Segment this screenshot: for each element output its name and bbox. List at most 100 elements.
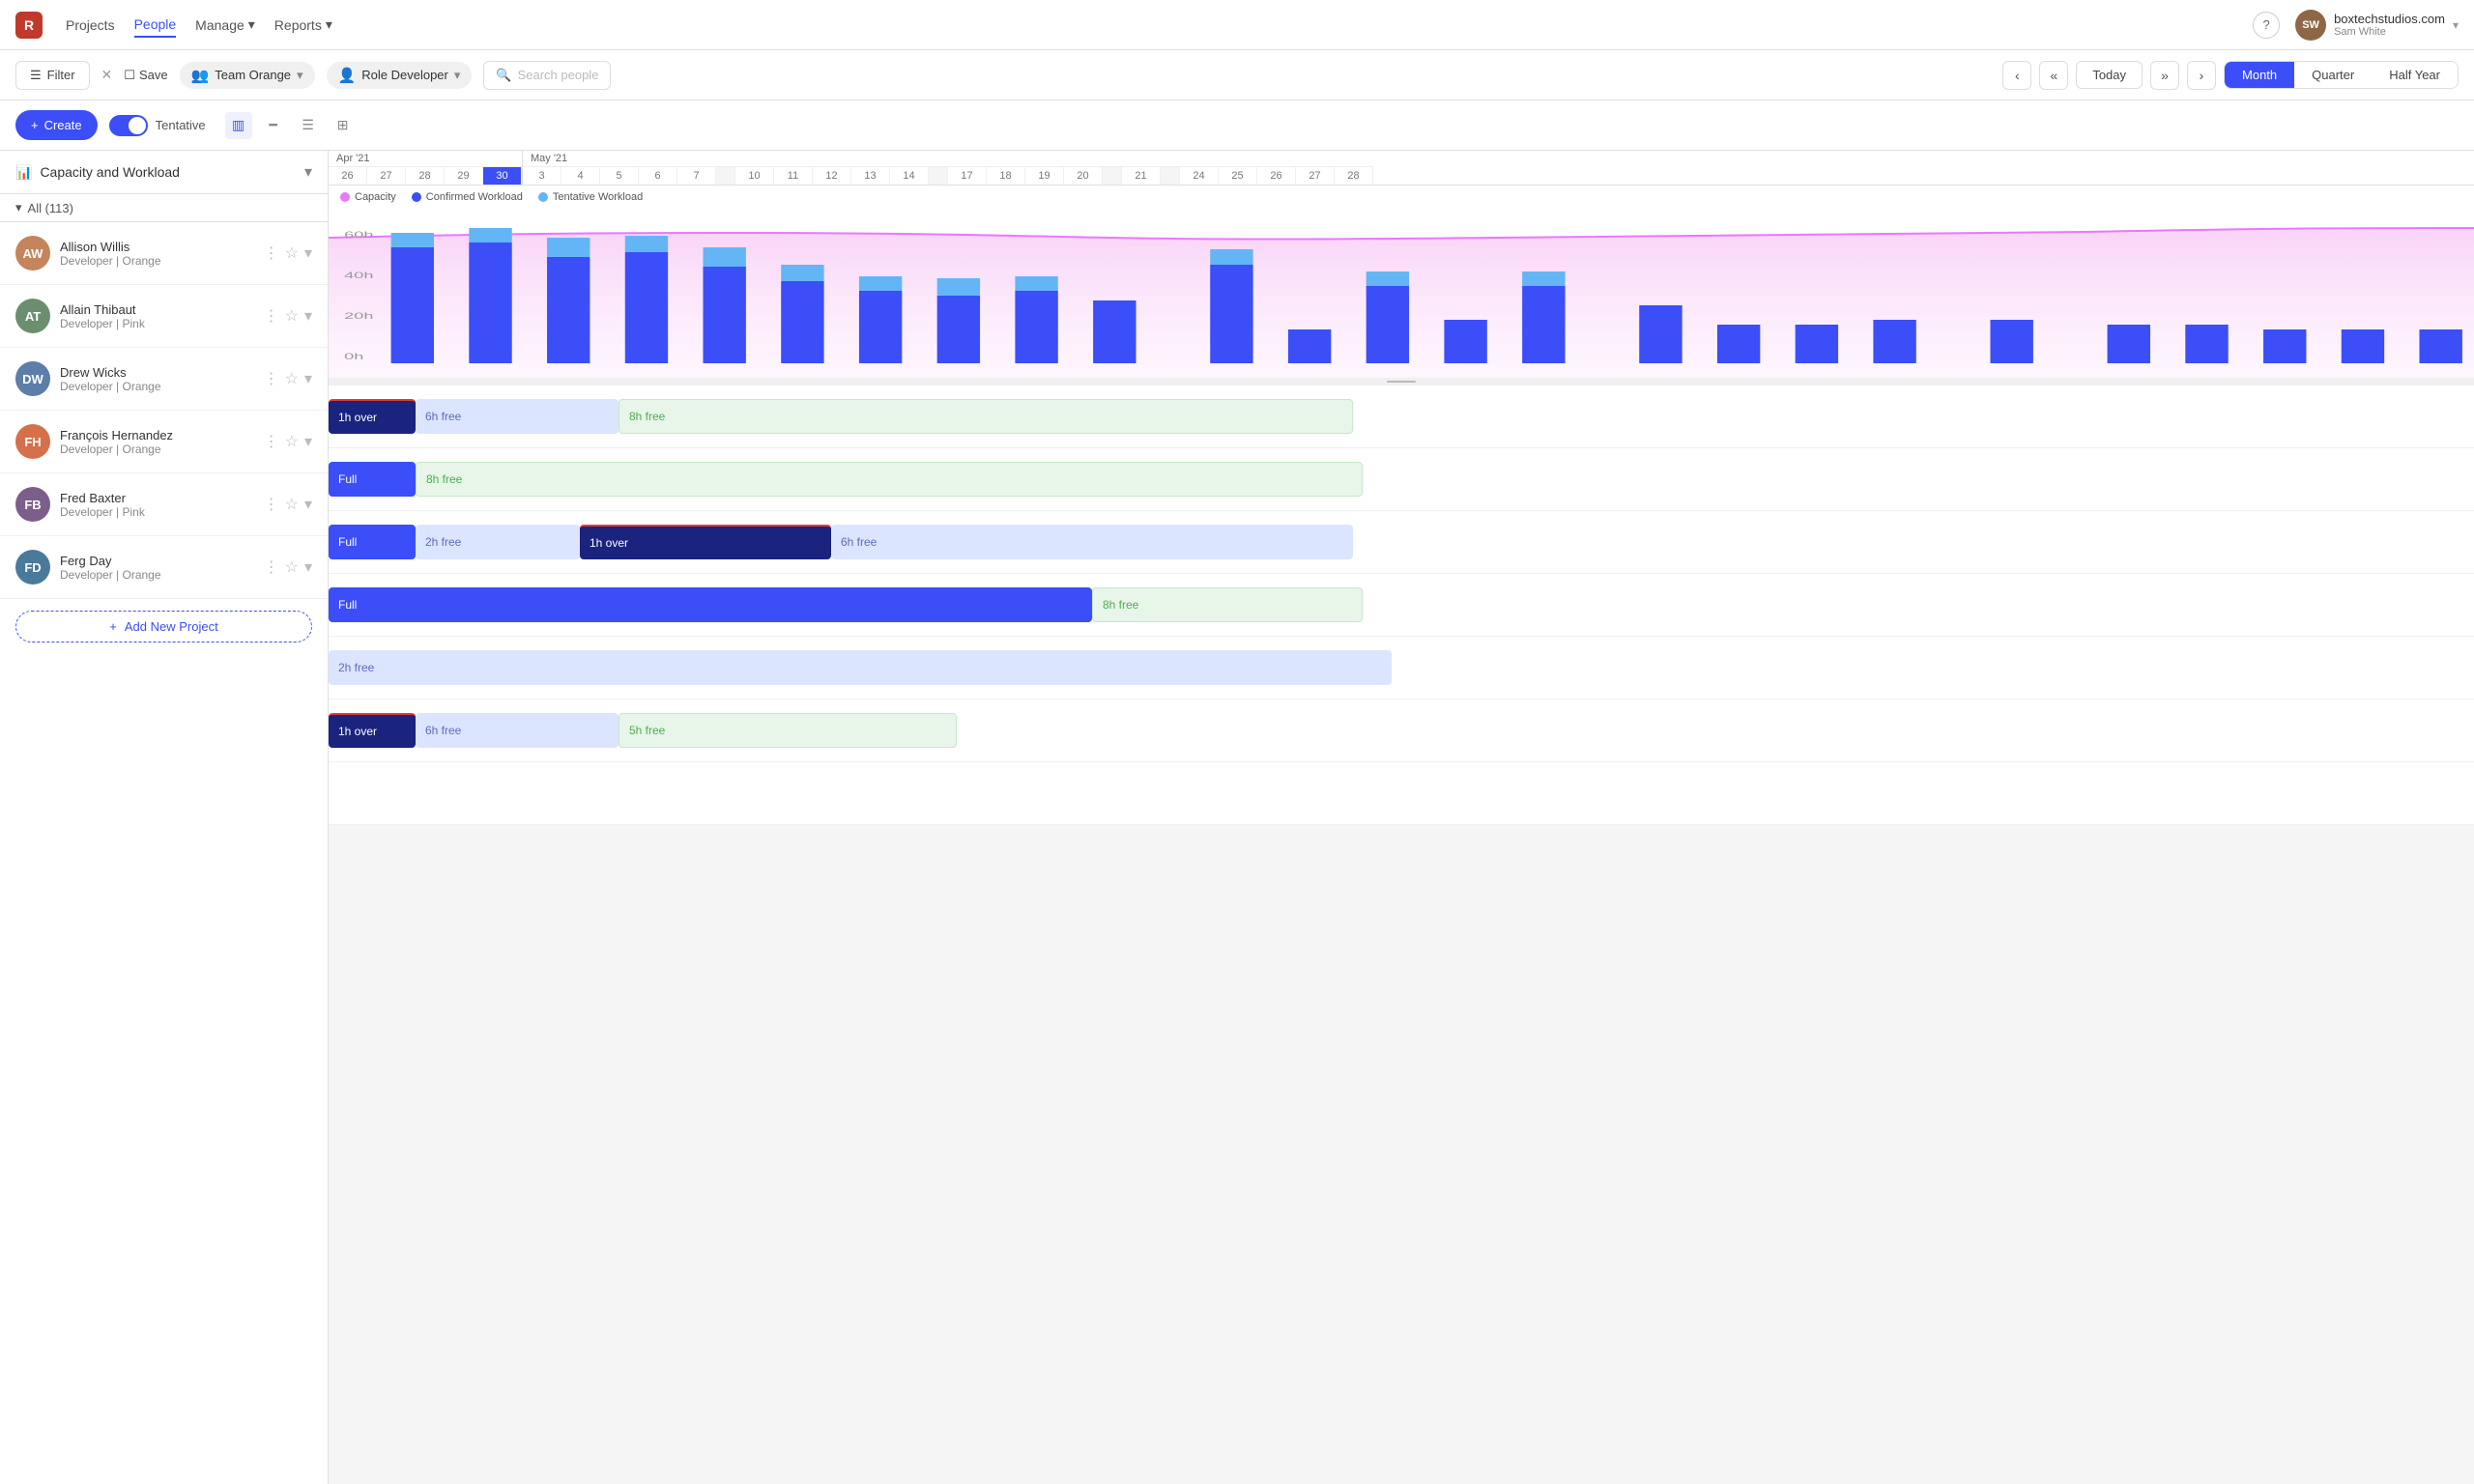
prev-button[interactable]: ‹: [2002, 61, 2031, 90]
gantt-row-ferg: 1h over 6h free 5h free: [329, 699, 2474, 762]
person-info-francois: François Hernandez Developer | Orange: [60, 428, 254, 456]
list-icon[interactable]: ☰: [295, 112, 322, 139]
person-row-allain: AT Allain Thibaut Developer | Pink ⋮ ☆ ▾: [0, 285, 328, 348]
timeline-icon[interactable]: ━: [260, 112, 287, 139]
more-icon[interactable]: ⋮: [264, 243, 279, 263]
chevron-down-icon[interactable]: ▾: [304, 243, 312, 263]
chart-legend: Capacity Confirmed Workload Tentative Wo…: [329, 186, 2474, 209]
next-fast-button[interactable]: »: [2150, 61, 2179, 90]
people-count: ▾ All (113): [0, 194, 328, 222]
star-icon[interactable]: ☆: [285, 557, 299, 577]
resize-dragger[interactable]: [329, 378, 2474, 385]
person-info-allain: Allain Thibaut Developer | Pink: [60, 302, 254, 330]
today-button[interactable]: Today: [2076, 61, 2143, 89]
nav-projects[interactable]: Projects: [66, 14, 115, 37]
chevron-down-icon[interactable]: ▾: [304, 306, 312, 326]
more-icon[interactable]: ⋮: [264, 306, 279, 326]
month-view-button[interactable]: Month: [2225, 62, 2294, 88]
chevron-down-icon[interactable]: ▾: [304, 495, 312, 514]
allain-bar-full: Full: [329, 462, 416, 497]
person-info-ferg: Ferg Day Developer | Orange: [60, 554, 254, 582]
user-info: boxtechstudios.com Sam White: [2334, 12, 2445, 38]
gantt-row-empty: [329, 762, 2474, 825]
day-20: 20: [1064, 167, 1103, 185]
allison-bar-over: 1h over: [329, 399, 416, 434]
bar-chart-icon[interactable]: ▥: [225, 112, 252, 139]
star-icon[interactable]: ☆: [285, 306, 299, 326]
legend-confirmed: Confirmed Workload: [412, 191, 523, 203]
allison-bar-free-green: 8h free: [618, 399, 1353, 434]
search-input[interactable]: 🔍 Search people: [483, 61, 611, 90]
more-icon[interactable]: ⋮: [264, 557, 279, 577]
create-button[interactable]: + Create: [15, 110, 98, 140]
team-filter-chip[interactable]: 👥 Team Orange ▾: [180, 62, 315, 89]
nav-reports[interactable]: Reports ▾: [274, 13, 332, 37]
chevron-down-icon[interactable]: ▾: [304, 369, 312, 388]
tentative-toggle[interactable]: [109, 115, 148, 136]
tentative-dot: [538, 192, 548, 202]
help-button[interactable]: ?: [2253, 12, 2280, 39]
drew-bar-free-light2: 6h free: [831, 525, 1353, 559]
save-button[interactable]: ☐ Save: [124, 68, 167, 83]
next-button[interactable]: ›: [2187, 61, 2216, 90]
chevron-down-icon[interactable]: ▾: [304, 432, 312, 451]
bar-may21-confirmed: [1990, 320, 2032, 363]
bar-may18-confirmed: [1717, 325, 1760, 363]
bar-may12-confirmed: [1366, 286, 1409, 363]
person-name: Ferg Day: [60, 554, 254, 568]
person-meta: Developer | Pink: [60, 317, 254, 330]
day-11: 11: [774, 167, 813, 185]
star-icon[interactable]: ☆: [285, 243, 299, 263]
plus-icon: +: [109, 619, 117, 634]
left-panel: 📊 Capacity and Workload ▾ ▾ All (113) AW…: [0, 151, 329, 1484]
bar-may3-confirmed: [781, 281, 823, 363]
save-icon: ☐: [124, 68, 135, 83]
person-meta: Developer | Orange: [60, 380, 254, 393]
toolbar: ☰ Filter ✕ ☐ Save 👥 Team Orange ▾ 👤 Role…: [0, 50, 2474, 100]
bar-may11-confirmed: [1288, 329, 1331, 363]
nav-people[interactable]: People: [134, 13, 177, 38]
star-icon[interactable]: ☆: [285, 369, 299, 388]
person-info-fred: Fred Baxter Developer | Pink: [60, 491, 254, 519]
star-icon[interactable]: ☆: [285, 432, 299, 451]
chevron-down-icon[interactable]: ▾: [304, 162, 312, 182]
more-icon[interactable]: ⋮: [264, 369, 279, 388]
add-project-button[interactable]: + Add New Project: [15, 611, 312, 642]
day-28b: 28: [1335, 167, 1373, 185]
day-spacer1: [716, 167, 735, 185]
more-icon[interactable]: ⋮: [264, 432, 279, 451]
grid-icon[interactable]: ⊞: [330, 112, 357, 139]
close-filter-button[interactable]: ✕: [101, 67, 113, 83]
bar-apr26-confirmed: [391, 247, 434, 363]
capacity-dot: [340, 192, 350, 202]
dragger-indicator: [1387, 381, 1416, 383]
person-name: Allison Willis: [60, 240, 254, 254]
bar-may4-confirmed: [859, 291, 902, 363]
day-27: 27: [367, 167, 406, 185]
person-meta: Developer | Orange: [60, 568, 254, 582]
user-menu[interactable]: SW boxtechstudios.com Sam White ▾: [2295, 10, 2459, 41]
prev-fast-button[interactable]: «: [2039, 61, 2068, 90]
collapse-icon[interactable]: ▾: [15, 200, 22, 215]
day-12: 12: [813, 167, 851, 185]
gantt-row-fred: 2h free: [329, 637, 2474, 699]
person-name: Drew Wicks: [60, 365, 254, 380]
logo[interactable]: R: [15, 12, 43, 39]
day-14: 14: [890, 167, 929, 185]
team-icon: 👥: [191, 67, 210, 84]
francois-bar-full: Full: [329, 587, 1092, 622]
star-icon[interactable]: ☆: [285, 495, 299, 514]
chevron-down-icon[interactable]: ▾: [304, 557, 312, 577]
bar-may27-confirmed: [2342, 329, 2384, 363]
day-26: 26: [329, 167, 367, 185]
allain-bar-free-green: 8h free: [416, 462, 1363, 497]
more-icon[interactable]: ⋮: [264, 495, 279, 514]
quarter-view-button[interactable]: Quarter: [2294, 62, 2372, 88]
half-year-view-button[interactable]: Half Year: [2372, 62, 2458, 88]
nav-manage[interactable]: Manage ▾: [195, 13, 255, 37]
role-filter-chip[interactable]: 👤 Role Developer ▾: [327, 62, 473, 89]
filter-button[interactable]: ☰ Filter: [15, 61, 90, 90]
bar-apr28-confirmed: [547, 257, 590, 363]
person-row-allison: AW Allison Willis Developer | Orange ⋮ ☆…: [0, 222, 328, 285]
view-icon-group: ▥ ━ ☰ ⊞: [225, 112, 357, 139]
